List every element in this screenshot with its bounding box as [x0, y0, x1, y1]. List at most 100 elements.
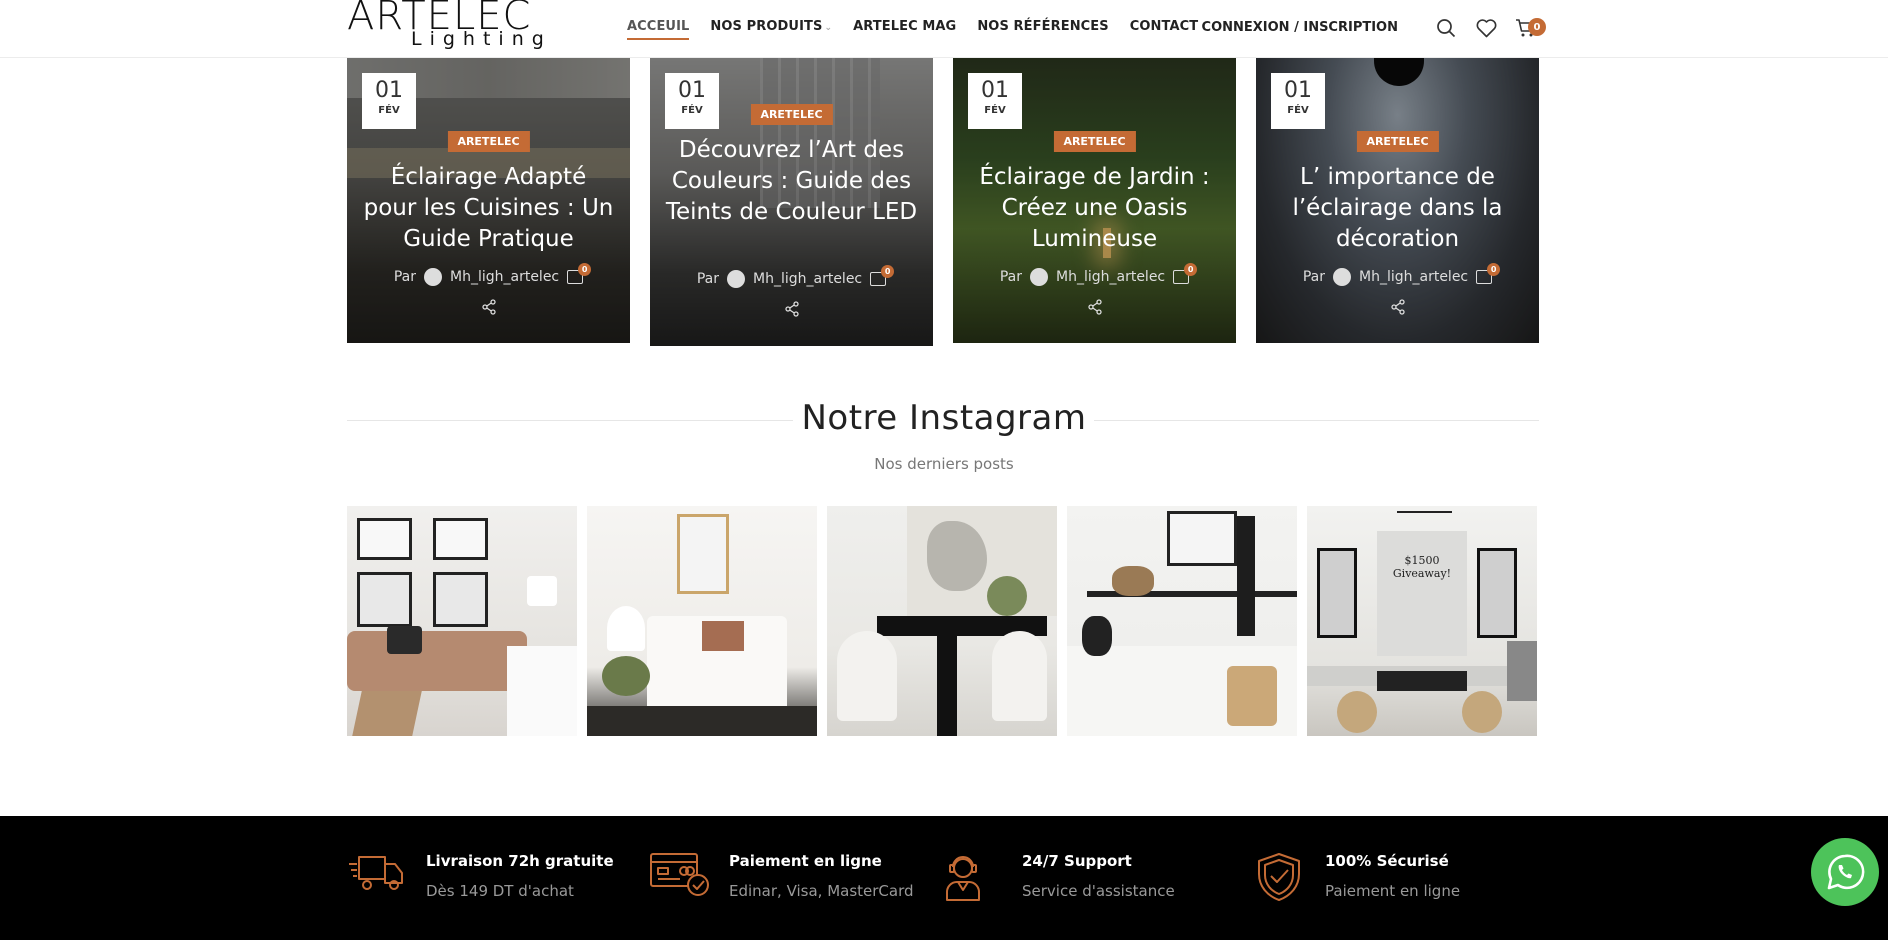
post-author[interactable]: Mh_ligh_artelec [753, 271, 862, 287]
post-category-tag[interactable]: ARETELEC [1053, 131, 1136, 152]
giveaway-text: $1500 Giveaway! [1392, 554, 1452, 580]
armchair [507, 646, 577, 736]
post-author[interactable]: Mh_ligh_artelec [1359, 269, 1468, 285]
instagram-post[interactable] [587, 506, 817, 736]
ladder [1237, 516, 1255, 636]
cushion [387, 626, 422, 654]
nav-nos-produits[interactable]: NOS PRODUITS ⌄ [710, 18, 832, 40]
post-author[interactable]: Mh_ligh_artelec [450, 269, 559, 285]
share-icon[interactable] [784, 301, 800, 317]
truck-icon [349, 856, 403, 890]
nav-references[interactable]: NOS RÉFÉRENCES [977, 18, 1108, 40]
whatsapp-button[interactable] [1811, 838, 1879, 906]
post-date: 01 FÉV [1271, 73, 1325, 129]
wall-frame [433, 518, 488, 560]
share-icon[interactable] [1087, 299, 1103, 315]
post-meta: Par Mh_ligh_artelec 0 [1256, 263, 1539, 286]
post-category-tag[interactable]: ARETELEC [447, 131, 530, 152]
comment-icon[interactable]: 0 [567, 263, 592, 284]
post-day: 01 [375, 78, 403, 103]
coffee-table [352, 691, 422, 736]
blog-card[interactable]: 01 FÉV ARETELEC Éclairage de Jardin : Cr… [953, 58, 1236, 343]
instagram-post[interactable] [827, 506, 1057, 736]
cart-count-badge: 0 [1528, 18, 1546, 36]
post-category-tag[interactable]: ARETELEC [750, 104, 833, 125]
feature-subtitle: Dès 149 DT d'achat [426, 882, 574, 900]
author-avatar [727, 270, 745, 288]
instagram-post[interactable] [1067, 506, 1297, 736]
post-day: 01 [1284, 78, 1312, 103]
site-logo[interactable]: ARTELEC Lighting [347, 0, 544, 54]
plant [602, 656, 650, 696]
chair [837, 631, 897, 721]
vase [1082, 616, 1112, 656]
plant [987, 576, 1027, 616]
nav-accueil[interactable]: ACCEUIL [627, 18, 690, 40]
comment-count: 0 [578, 263, 592, 276]
nav-nos-produits-label: NOS PRODUITS [710, 19, 823, 34]
whatsapp-icon [1827, 854, 1865, 890]
blog-card[interactable]: 01 FÉV ARETELEC L’ importance de l’éclai… [1256, 58, 1539, 343]
main-nav: ACCEUIL NOS PRODUITS ⌄ ARTELEC MAG NOS RÉ… [627, 18, 1219, 40]
lamp [527, 576, 557, 606]
comment-icon[interactable]: 0 [1173, 263, 1198, 284]
share-icon[interactable] [481, 299, 497, 315]
blog-card[interactable]: 01 FÉV ARETELEC Découvrez l’Art des Coul… [650, 58, 933, 346]
logo-tagline: Lighting [411, 28, 552, 50]
poster [1377, 531, 1467, 656]
coffee-table [1377, 671, 1467, 691]
feature-subtitle: Paiement en ligne [1325, 882, 1461, 900]
heart-icon[interactable] [1474, 16, 1498, 40]
post-month: FÉV [984, 105, 1006, 116]
post-date: 01 FÉV [968, 73, 1022, 129]
comment-icon[interactable]: 0 [870, 265, 895, 286]
shield-icon [1258, 853, 1300, 901]
blog-card[interactable]: 01 FÉV ARETELEC Éclairage Adapté pour le… [347, 58, 630, 343]
nav-contact[interactable]: CONTACT [1130, 18, 1199, 40]
instagram-title: Notre Instagram [801, 398, 1087, 438]
post-title[interactable]: L’ importance de l’éclairage dans la déc… [1270, 162, 1525, 255]
header-actions: CONNEXION / INSCRIPTION 0 [1202, 16, 1546, 40]
comment-count: 0 [1487, 263, 1501, 276]
chandelier [1397, 511, 1452, 529]
post-title[interactable]: Découvrez l’Art des Couleurs : Guide des… [664, 135, 919, 228]
floor [587, 706, 817, 736]
post-title[interactable]: Éclairage Adapté pour les Cuisines : Un … [361, 162, 616, 255]
post-author[interactable]: Mh_ligh_artelec [1056, 269, 1165, 285]
site-header: ARTELEC Lighting ACCEUIL NOS PRODUITS ⌄ A… [0, 0, 1888, 58]
pouf [1337, 691, 1377, 733]
post-title[interactable]: Éclairage de Jardin : Créez une Oasis Lu… [967, 162, 1222, 255]
chair [992, 631, 1047, 721]
post-by-label: Par [696, 271, 719, 287]
login-link[interactable]: CONNEXION / INSCRIPTION [1202, 16, 1398, 40]
footer-features: Livraison 72h gratuite Dès 149 DT d'acha… [0, 816, 1888, 940]
post-by-label: Par [999, 269, 1022, 285]
pouf [1462, 691, 1502, 733]
wall-frame [357, 572, 412, 627]
wall-frame [1167, 511, 1237, 566]
cushion [702, 621, 744, 651]
instagram-post[interactable] [347, 506, 577, 736]
instagram-post[interactable]: $1500 Giveaway! [1307, 506, 1537, 736]
sofa [1507, 641, 1537, 701]
search-icon[interactable] [1434, 16, 1458, 40]
feature-title: Livraison 72h gratuite [426, 852, 614, 870]
post-day: 01 [678, 78, 706, 103]
basket [1112, 566, 1154, 596]
nav-artelec-mag[interactable]: ARTELEC MAG [853, 18, 956, 40]
comment-count: 0 [1184, 263, 1198, 276]
share-icon[interactable] [1390, 299, 1406, 315]
post-month: FÉV [378, 105, 400, 116]
author-avatar [424, 268, 442, 286]
post-date: 01 FÉV [665, 73, 719, 129]
chevron-down-icon: ⌄ [824, 23, 833, 33]
post-category-tag[interactable]: ARETELEC [1356, 131, 1439, 152]
author-avatar [1030, 268, 1048, 286]
lamp [607, 606, 645, 651]
wall-frame [357, 518, 412, 560]
post-date: 01 FÉV [362, 73, 416, 129]
cart-icon[interactable]: 0 [1514, 16, 1546, 40]
sofa [347, 631, 527, 691]
comment-icon[interactable]: 0 [1476, 263, 1501, 284]
card-icon [650, 853, 709, 896]
